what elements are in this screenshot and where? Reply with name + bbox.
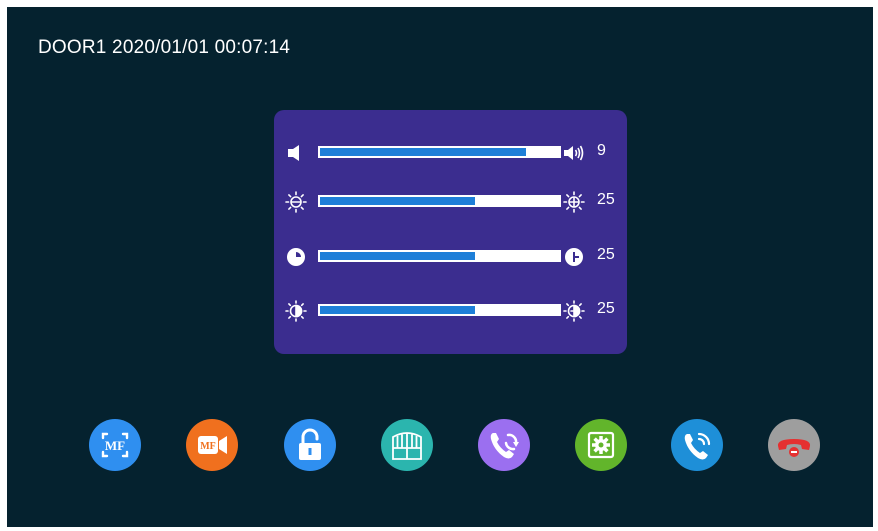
contrast-slider[interactable] — [318, 250, 561, 262]
brightness-row: 25 — [274, 190, 627, 214]
contrast-high-icon — [562, 245, 586, 269]
padlock-icon — [284, 419, 336, 471]
color-slider-fill — [320, 306, 475, 314]
speaker-high-icon — [562, 141, 586, 165]
speaker-low-icon — [284, 141, 308, 165]
color-slider[interactable] — [318, 304, 561, 316]
color-high-icon — [562, 299, 586, 323]
phone-hangup-icon — [768, 419, 820, 471]
brightness-high-icon — [562, 190, 586, 214]
contrast-low-icon — [284, 245, 308, 269]
transfer-button[interactable] — [478, 419, 530, 471]
phone-transfer-icon — [478, 419, 530, 471]
gate-icon — [381, 419, 433, 471]
volume-slider[interactable] — [318, 146, 561, 158]
mf-photo-icon: MF — [89, 419, 141, 471]
volume-slider-fill — [320, 148, 526, 156]
gear-icon — [575, 419, 627, 471]
snapshot-label: MF — [105, 438, 125, 453]
volume-row: 9 — [274, 141, 627, 165]
contrast-value: 25 — [597, 246, 615, 263]
phone-answer-icon — [671, 419, 723, 471]
gate-button[interactable] — [381, 419, 433, 471]
unlock-button[interactable] — [284, 419, 336, 471]
brightness-slider-fill — [320, 197, 475, 205]
contrast-slider-fill — [320, 252, 475, 260]
adjust-panel: 9 25 25 25 — [274, 110, 627, 354]
color-value: 25 — [597, 300, 615, 317]
brightness-slider[interactable] — [318, 195, 561, 207]
brightness-low-icon — [284, 190, 308, 214]
monitor-screen: DOOR1 2020/01/01 00:07:14 9 25 25 25 MF … — [7, 7, 873, 527]
color-low-icon — [284, 299, 308, 323]
status-bar-text: DOOR1 2020/01/01 00:07:14 — [38, 37, 291, 58]
contrast-row: 25 — [274, 245, 627, 269]
answer-button[interactable] — [671, 419, 723, 471]
brightness-value: 25 — [597, 191, 615, 208]
mf-video-icon: MF — [186, 419, 238, 471]
volume-value: 9 — [597, 142, 606, 159]
settings-button[interactable] — [575, 419, 627, 471]
color-row: 25 — [274, 299, 627, 323]
snapshot-button[interactable]: MF — [89, 419, 141, 471]
record-button[interactable]: MF — [186, 419, 238, 471]
hangup-button[interactable] — [768, 419, 820, 471]
record-label: MF — [200, 441, 216, 452]
